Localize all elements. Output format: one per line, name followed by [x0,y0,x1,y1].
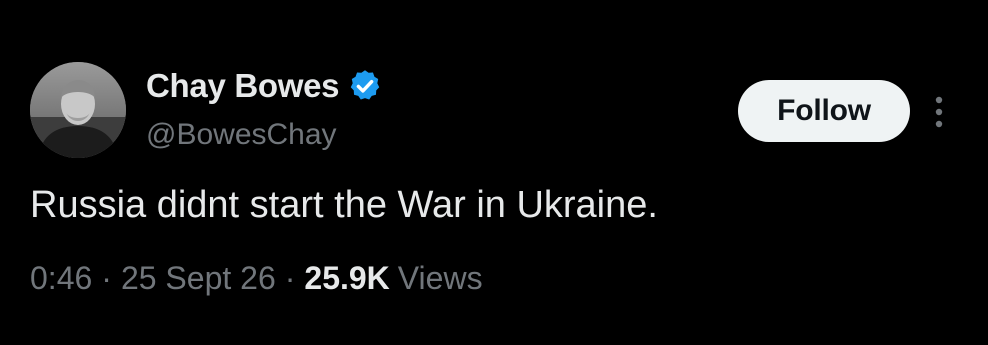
tweet-meta: 0:46 · 25 Sept 26 · 25.9K Views [30,260,483,297]
display-name[interactable]: Chay Bowes [146,67,340,105]
more-options-icon[interactable] [924,92,954,132]
display-name-row: Chay Bowes [146,64,383,108]
tweet-text: Russia didnt start the War in Ukraine. [30,184,658,226]
tweet-date[interactable]: 25 Sept 26 [121,260,276,297]
follow-button[interactable]: Follow [738,80,910,142]
meta-separator: · [284,260,296,296]
views-label: Views [397,260,483,296]
avatar[interactable] [30,62,126,158]
avatar-image [30,62,126,158]
tweet-card: Chay Bowes @BowesChay Follow Russia didn… [0,0,988,345]
verified-badge-icon [347,68,383,104]
tweet-time[interactable]: 0:46 [30,260,92,297]
views-count[interactable]: 25.9K [304,260,389,297]
meta-separator: · [101,260,112,296]
user-handle[interactable]: @BowesChay [146,118,337,152]
